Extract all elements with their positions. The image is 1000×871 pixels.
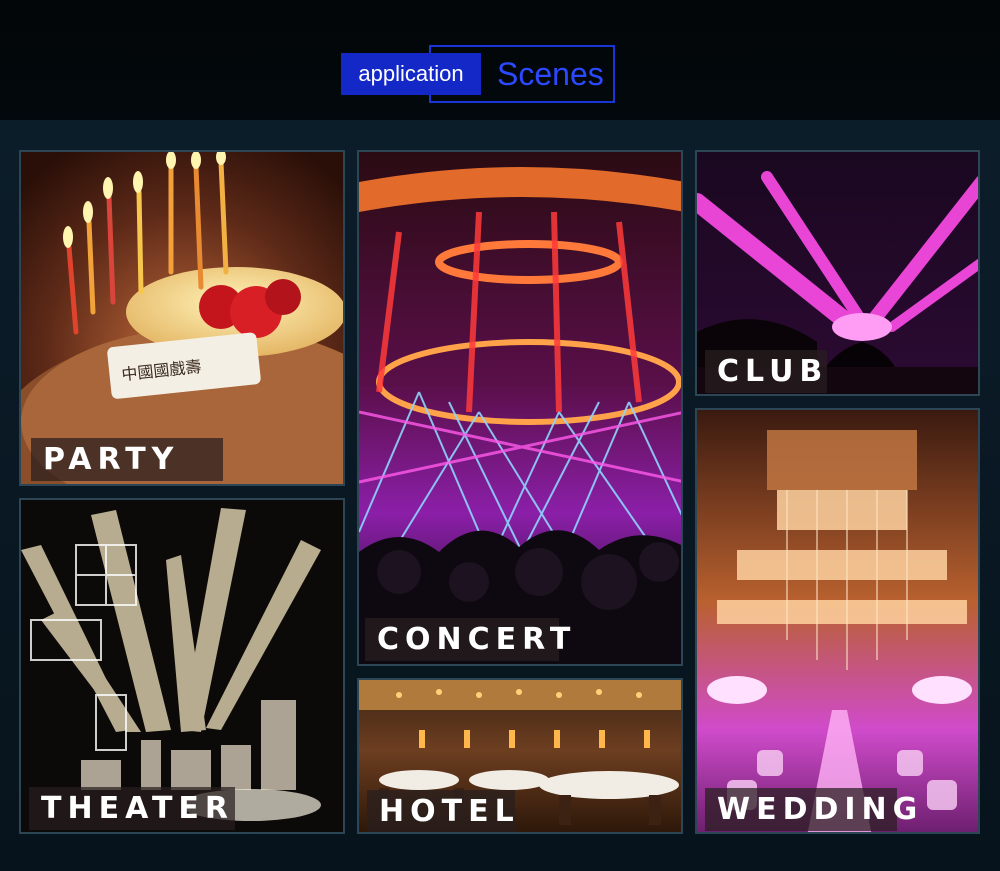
theater-image	[21, 500, 343, 832]
tile-wedding: WEDDING	[695, 408, 980, 834]
title-badge: application	[341, 53, 481, 95]
tile-label-wedding: WEDDING	[705, 788, 917, 831]
tile-club: CLUB	[695, 150, 980, 396]
concert-image	[359, 152, 681, 664]
section-title: application Scenes	[341, 45, 617, 105]
tile-theater: THEATER	[19, 498, 345, 834]
tile-label-party: PARTY	[31, 438, 223, 481]
tile-label-hotel: HOTEL	[367, 790, 515, 832]
tile-concert: CONCERT	[357, 150, 683, 666]
tile-label-concert: CONCERT	[365, 618, 570, 661]
wedding-image	[697, 410, 978, 832]
tile-label-club: CLUB	[705, 350, 827, 393]
tile-label-theater: THEATER	[29, 787, 235, 830]
party-image: 中國國戲壽	[21, 152, 343, 484]
tile-hotel: HOTEL	[357, 678, 683, 834]
title-text: Scenes	[497, 55, 604, 92]
tile-party: 中國國戲壽 PARTY	[19, 150, 345, 486]
